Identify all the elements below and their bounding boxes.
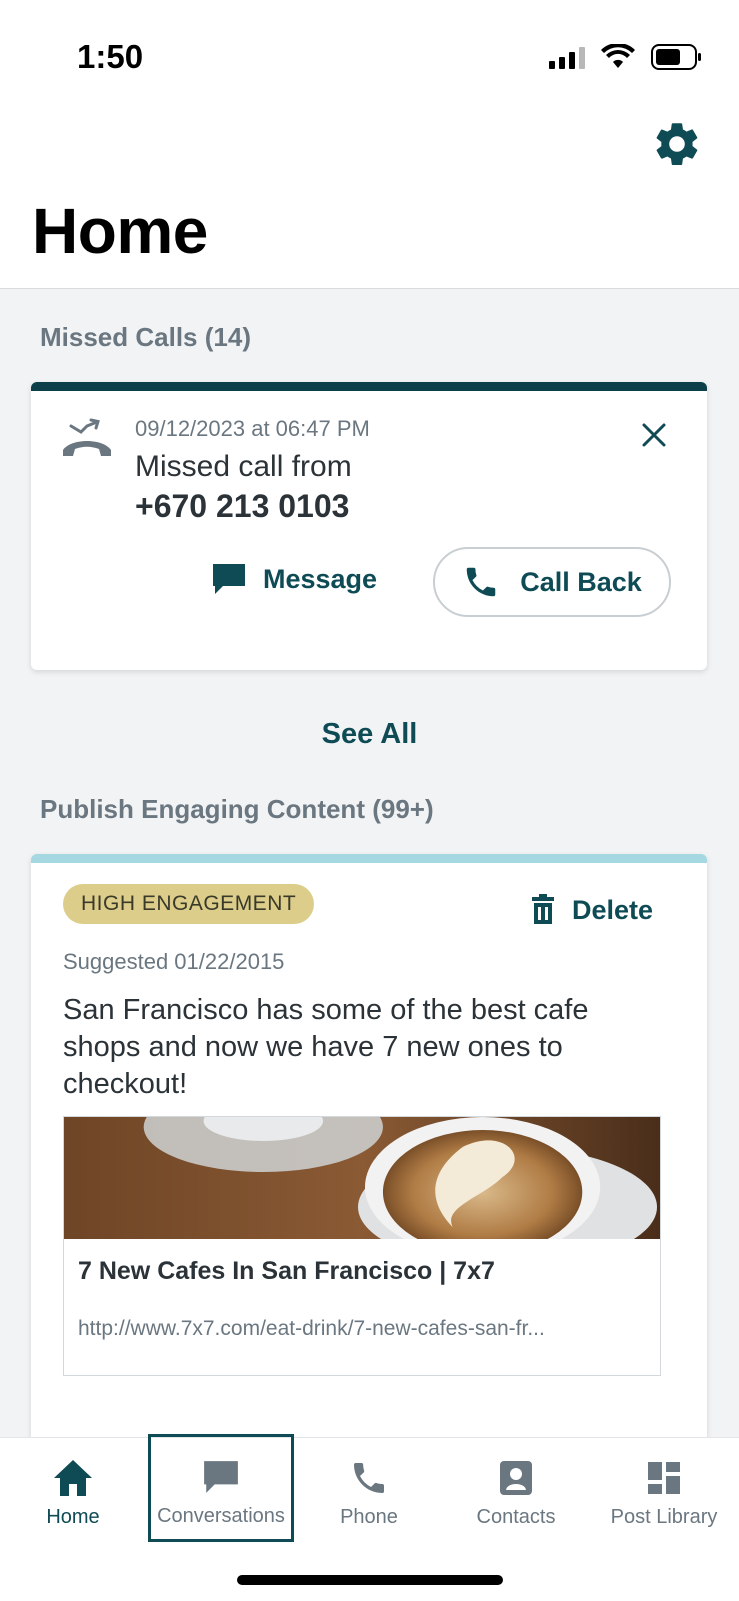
engagement-badge: HIGH ENGAGEMENT [63, 884, 315, 924]
page-title: Home [32, 195, 208, 267]
coffee-image [64, 1117, 660, 1239]
missed-call-card: 09/12/2023 at 06:47 PM Missed call from … [31, 382, 707, 670]
trash-icon [531, 894, 554, 924]
status-bar: 1:50 [0, 0, 739, 110]
chat-icon [199, 1455, 243, 1499]
wifi-icon [601, 44, 635, 68]
chat-icon [213, 564, 245, 594]
message-button-label: Message [263, 563, 378, 594]
tab-phone[interactable]: Phone [296, 1438, 442, 1550]
call-back-button[interactable]: Call Back [433, 547, 671, 617]
tab-label: Home [46, 1506, 100, 1528]
close-icon[interactable] [639, 420, 669, 450]
tab-label: Contacts [476, 1506, 556, 1528]
tab-post-library[interactable]: Post Library [591, 1438, 737, 1550]
publish-content-heading: Publish Engaging Content (99+) [40, 794, 434, 824]
home-icon [51, 1456, 95, 1500]
call-back-label: Call Back [520, 566, 642, 597]
phone-icon [466, 567, 496, 597]
gear-icon[interactable] [651, 118, 703, 170]
card-accent-bar [31, 382, 707, 391]
missed-calls-heading: Missed Calls (14) [40, 322, 251, 352]
header: Home [0, 110, 739, 289]
see-all-link[interactable]: See All [0, 718, 739, 751]
dashboard-icon [642, 1456, 686, 1500]
status-time: 1:50 [77, 38, 144, 75]
missed-call-date: 09/12/2023 at 06:47 PM [135, 416, 370, 441]
tab-contacts[interactable]: Contacts [443, 1438, 589, 1550]
battery-icon [651, 44, 701, 70]
delete-label: Delete [571, 894, 653, 925]
tab-label: Post Library [610, 1506, 718, 1528]
tab-home[interactable]: Home [0, 1438, 146, 1550]
missed-call-text: Missed call from [135, 450, 352, 483]
link-title: 7 New Cafes In San Francisco | 7x7 [78, 1257, 495, 1285]
missed-call-icon [63, 418, 111, 456]
post-text: San Francisco has some of the best cafe … [63, 994, 589, 1100]
tab-conversations[interactable]: Conversations [148, 1434, 294, 1542]
post-card: HIGH ENGAGEMENT Delete Suggested 01/22/2… [31, 854, 707, 1454]
missed-call-number: +670 213 0103 [135, 488, 350, 524]
home-indicator [237, 1575, 503, 1585]
cellular-signal-icon [549, 45, 585, 69]
suggested-date: Suggested 01/22/2015 [63, 949, 285, 974]
tab-label: Conversations [157, 1505, 285, 1527]
status-icons [549, 44, 703, 70]
tab-bar: Home Conversations Phone Contacts Post L… [0, 1434, 739, 1601]
delete-button[interactable]: Delete [530, 894, 653, 926]
contact-card-icon [494, 1456, 538, 1500]
link-preview[interactable]: 7 New Cafes In San Francisco | 7x7 http:… [63, 1116, 661, 1376]
phone-icon [347, 1456, 391, 1500]
tab-label: Phone [340, 1506, 398, 1528]
message-button[interactable]: Message [211, 562, 377, 596]
card-accent-bar [31, 854, 707, 863]
link-url: http://www.7x7.com/eat-drink/7-new-cafes… [78, 1317, 545, 1340]
